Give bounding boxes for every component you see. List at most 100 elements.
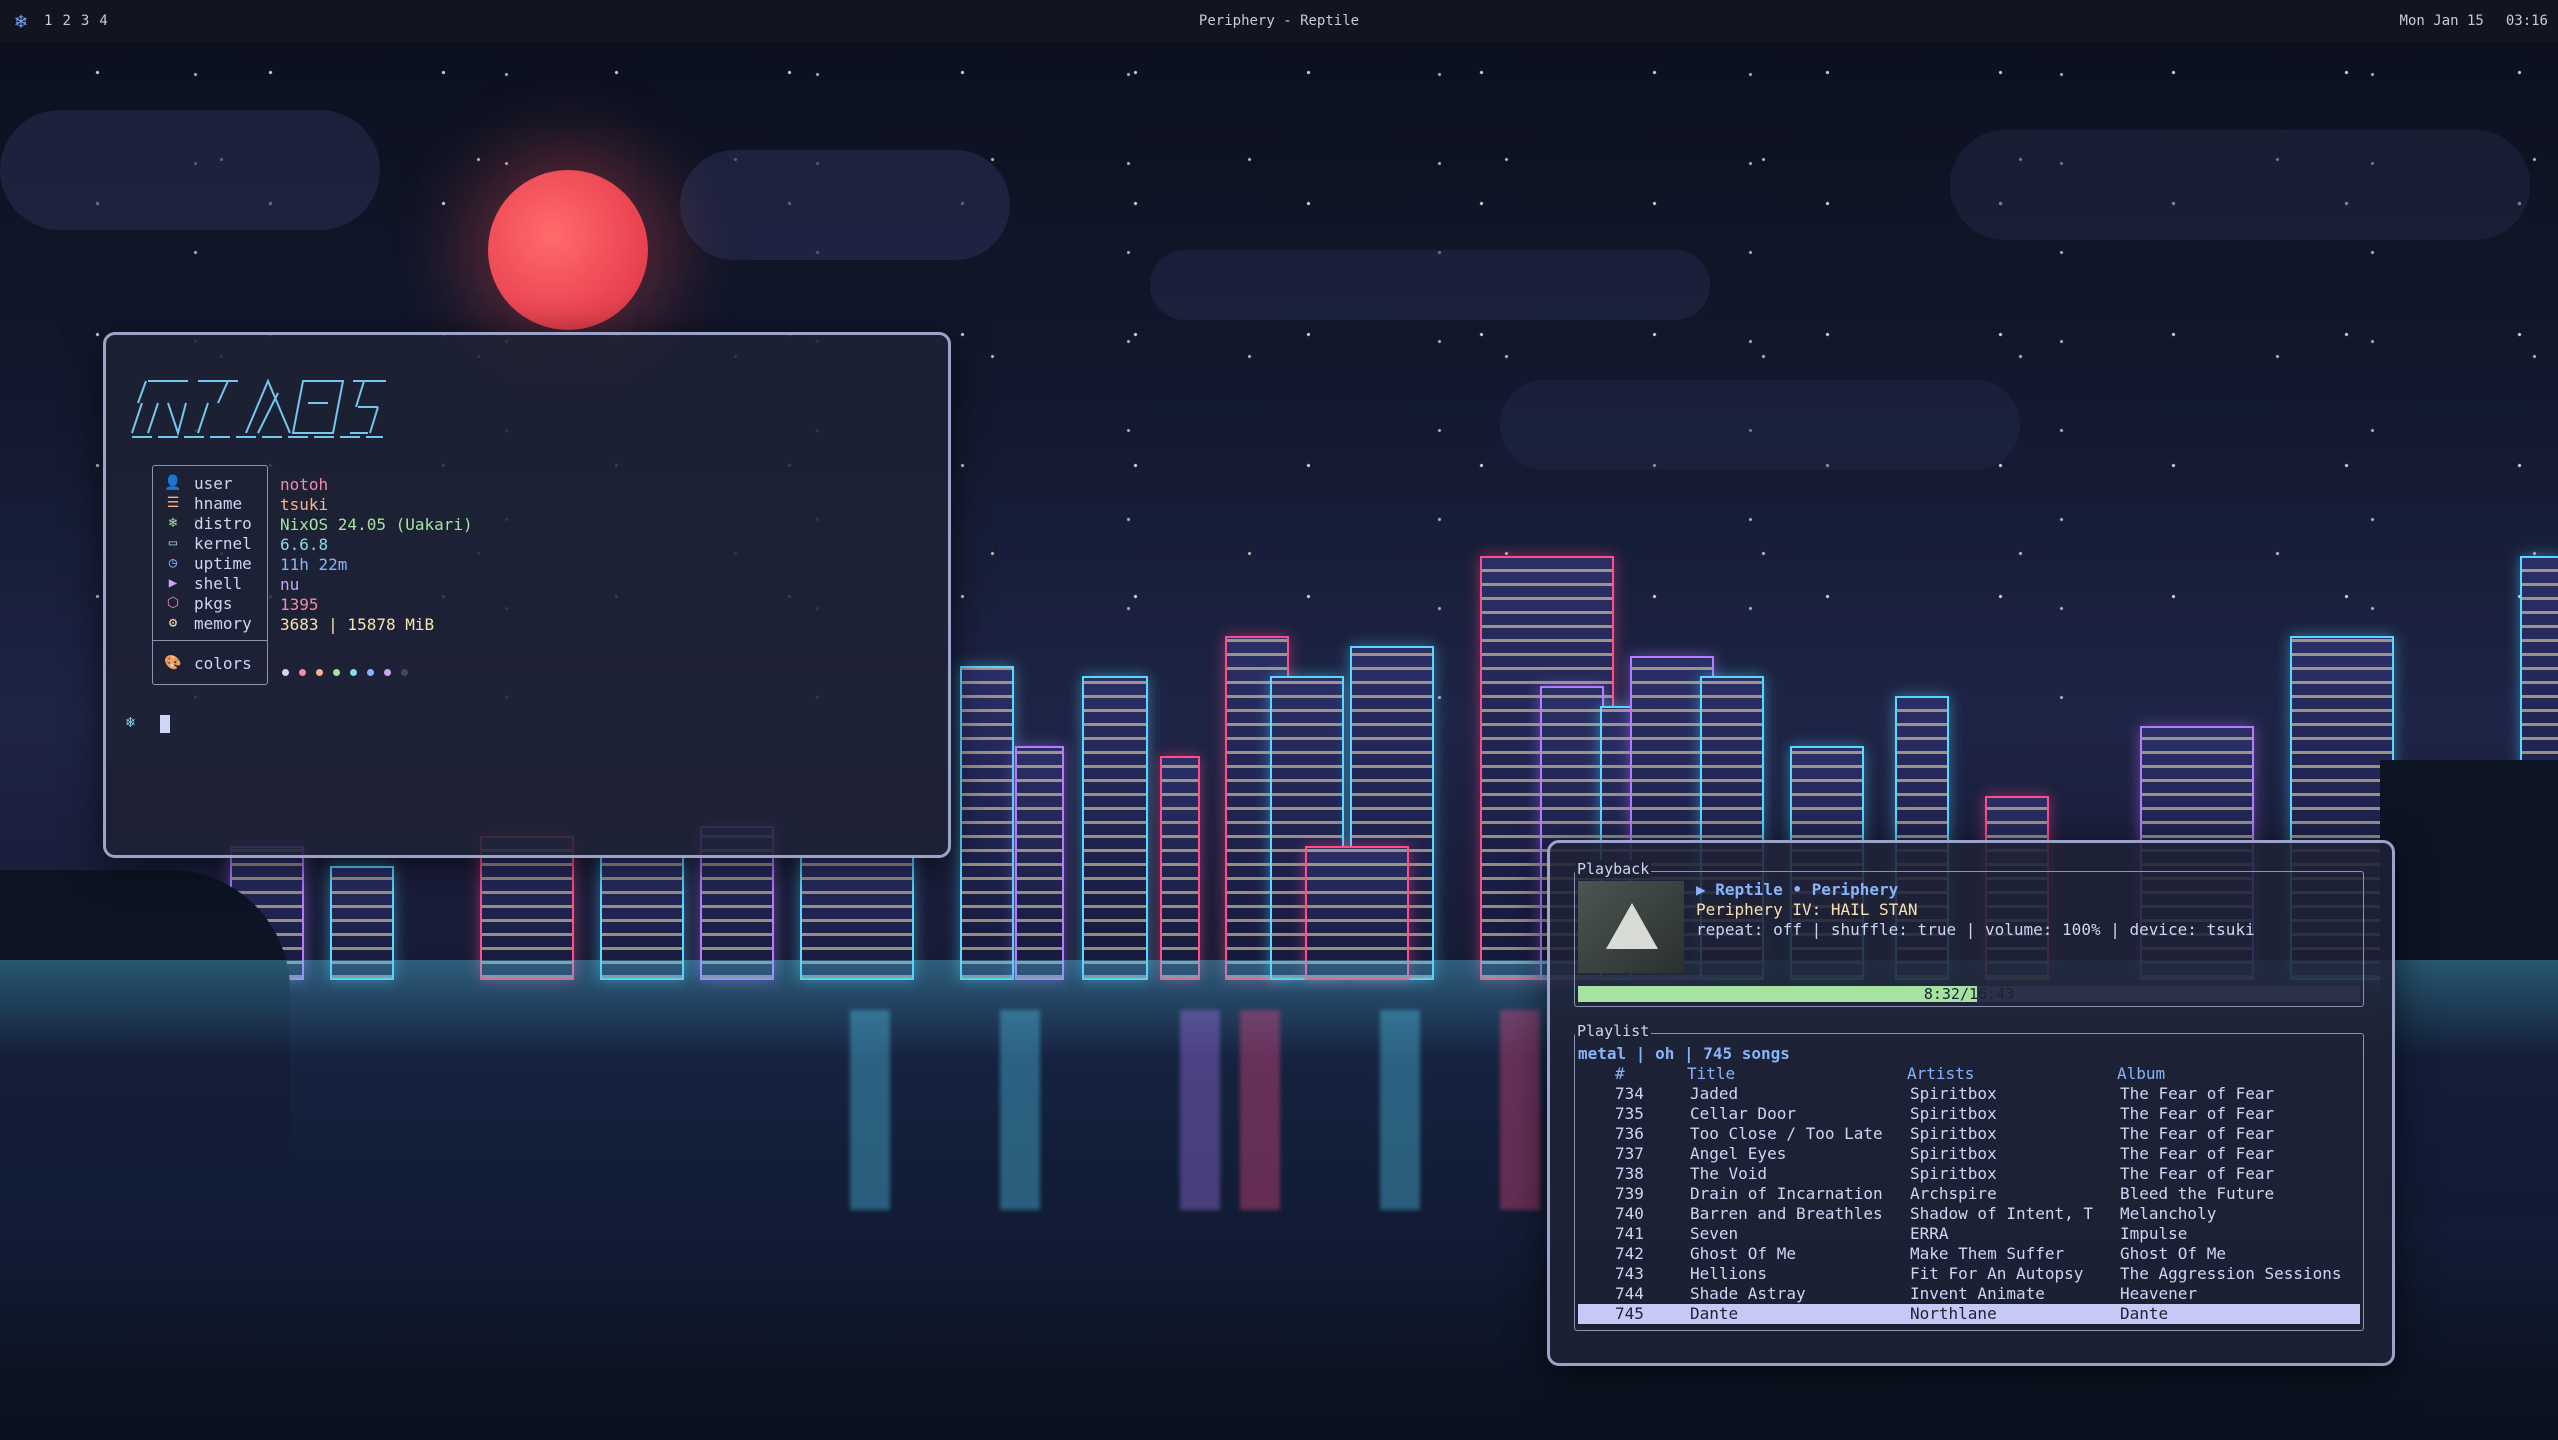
info-value-kernel: 6.6.8 — [280, 535, 329, 554]
column-number[interactable]: # — [1615, 1064, 1625, 1083]
cloud — [0, 110, 380, 230]
progress-time: 8:32/16:43 — [1923, 985, 2015, 1003]
column-artists[interactable]: Artists — [1907, 1064, 1974, 1083]
track-title: Dante — [1690, 1304, 1739, 1323]
playlist-header: metal | oh | 745 songs — [1578, 1044, 1790, 1063]
playlist-label: Playlist — [1575, 1022, 1652, 1040]
info-row-memory: ⚙ memory — [152, 613, 252, 633]
track-row[interactable]: 745 Dante Northlane Dante — [1578, 1304, 2360, 1324]
reflection — [1000, 1010, 1040, 1210]
track-title: Too Close / Too Late — [1690, 1124, 1883, 1143]
track-title: Barren and Breathles — [1690, 1204, 1883, 1223]
clock[interactable]: Mon Jan 15 03:16 — [2400, 13, 2548, 29]
info-row-kernel: ▭ kernel — [152, 533, 252, 553]
info-key: kernel — [194, 533, 252, 553]
reflection — [850, 1010, 890, 1210]
info-key: uptime — [194, 553, 252, 573]
track-row[interactable]: 742 Ghost Of Me Make Them Suffer Ghost Of M… — [1578, 1244, 2360, 1264]
track-number: 742 — [1615, 1244, 1644, 1263]
track-artist: ERRA — [1910, 1224, 1949, 1243]
album-art — [1578, 881, 1684, 973]
track-artist: Archspire — [1910, 1184, 1997, 1203]
workspace-1[interactable]: 1 — [44, 13, 52, 29]
track-row[interactable]: 736 Too Close / Too Late Spiritbox The Fear… — [1578, 1124, 2360, 1144]
workspace-2[interactable]: 2 — [62, 13, 70, 29]
track-number: 737 — [1615, 1144, 1644, 1163]
track-row[interactable]: 738 The Void Spiritbox The Fear of Fear — [1578, 1164, 2360, 1184]
building — [960, 666, 1014, 980]
track-title: Drain of Incarnation — [1690, 1184, 1883, 1203]
terminal-cursor[interactable] — [160, 715, 170, 733]
track-artist: Spiritbox — [1910, 1164, 1997, 1183]
column-title[interactable]: Title — [1687, 1064, 1735, 1083]
elapsed-time: 8:32 — [1923, 985, 1960, 1003]
track-album: The Fear of Fear — [2120, 1144, 2275, 1163]
color-swatch — [350, 669, 357, 676]
top-bar: ❄ 1 2 3 4 Periphery - Reptile Mon Jan 15… — [0, 0, 2558, 42]
info-value-distro: NixOS 24.05 (Uakari) — [280, 515, 473, 534]
track-number: 734 — [1615, 1084, 1644, 1103]
prompt-icon: ❄ — [126, 713, 136, 731]
info-key: user — [194, 473, 233, 493]
kernel-icon: ▭ — [168, 535, 178, 551]
progress-bar[interactable]: 8:32/16:43 — [1578, 985, 2360, 1003]
track-row[interactable]: 740 Barren and Breathles Shadow of Intent,… — [1578, 1204, 2360, 1224]
colors-row: 🎨 colors — [152, 653, 252, 673]
track-number: 739 — [1615, 1184, 1644, 1203]
track-artist: Spiritbox — [1910, 1104, 1997, 1123]
track-album: Bleed the Future — [2120, 1184, 2275, 1203]
track-title: Cellar Door — [1690, 1104, 1796, 1123]
track-row[interactable]: 743 Hellions Fit For An Autopsy The Aggress… — [1578, 1264, 2360, 1284]
reflection — [1240, 1010, 1280, 1210]
track-album: The Fear of Fear — [2120, 1164, 2275, 1183]
workspace-4[interactable]: 4 — [99, 13, 107, 29]
track-row[interactable]: 744 Shade Astray Invent Animate Heavener — [1578, 1284, 2360, 1304]
total-time: 16:43 — [1969, 985, 2015, 1003]
track-number: 740 — [1615, 1204, 1644, 1223]
column-album[interactable]: Album — [2117, 1064, 2165, 1083]
info-value-pkgs: 1395 — [280, 595, 319, 614]
track-row[interactable]: 735 Cellar Door Spiritbox The Fear of Fear — [1578, 1104, 2360, 1124]
track-row[interactable]: 741 Seven ERRA Impulse — [1578, 1224, 2360, 1244]
track-album: Melancholy — [2120, 1204, 2217, 1223]
track-album: The Fear of Fear — [2120, 1124, 2275, 1143]
color-swatch — [367, 669, 374, 676]
track-artist: Make Them Suffer — [1910, 1244, 2065, 1263]
info-value-shell: nu — [280, 575, 300, 594]
cloud — [1500, 380, 2020, 470]
divider — [153, 640, 267, 641]
track-row[interactable]: 739 Drain of Incarnation Archspire Bleed th… — [1578, 1184, 2360, 1204]
track-artist: Invent Animate — [1910, 1284, 2045, 1303]
memory-icon: ⚙ — [168, 615, 178, 631]
info-key: distro — [194, 513, 252, 533]
track-album: Ghost Of Me — [2120, 1244, 2226, 1263]
track-title: Hellions — [1690, 1264, 1768, 1283]
track-artist: Spiritbox — [1910, 1124, 1997, 1143]
nixos-logo-icon[interactable]: ❄ — [10, 10, 32, 32]
info-key: shell — [194, 573, 243, 593]
now-playing: ▶ Reptile • Periphery — [1696, 880, 1899, 899]
track-album: Impulse — [2120, 1224, 2188, 1243]
colors-label: colors — [194, 653, 252, 673]
track-artist: Northlane — [1910, 1304, 1997, 1323]
distro-icon: ❄ — [168, 515, 178, 531]
music-player-window[interactable]: Playback ▶ Reptile • Periphery Periphery… — [1547, 840, 2395, 1366]
playback-label: Playback — [1575, 860, 1652, 878]
workspace-3[interactable]: 3 — [81, 13, 89, 29]
color-swatch — [384, 669, 391, 676]
info-value-hname: tsuki — [280, 495, 329, 514]
cloud — [680, 150, 1010, 260]
info-value-memory: 3683 | 15878 MiB — [280, 615, 435, 634]
moon — [488, 170, 648, 330]
track-row[interactable]: 737 Angel Eyes Spiritbox The Fear of Fear — [1578, 1144, 2360, 1164]
track-row[interactable]: 734 Jaded Spiritbox The Fear of Fear — [1578, 1084, 2360, 1104]
track-number: 741 — [1615, 1224, 1644, 1243]
info-row-user: 👤 user — [152, 473, 233, 493]
uptime-icon: ◷ — [168, 555, 178, 571]
fetch-terminal-window[interactable]: 👤 user notoh ☰ hname tsuki ❄ distro NixOS 24.05 … — [103, 332, 951, 858]
track-title: Shade Astray — [1690, 1284, 1806, 1303]
cloud — [1150, 250, 1710, 320]
color-palette — [282, 669, 408, 676]
track-album: The Fear of Fear — [2120, 1104, 2275, 1123]
track-artist: Fit For An Autopsy — [1910, 1264, 2084, 1283]
